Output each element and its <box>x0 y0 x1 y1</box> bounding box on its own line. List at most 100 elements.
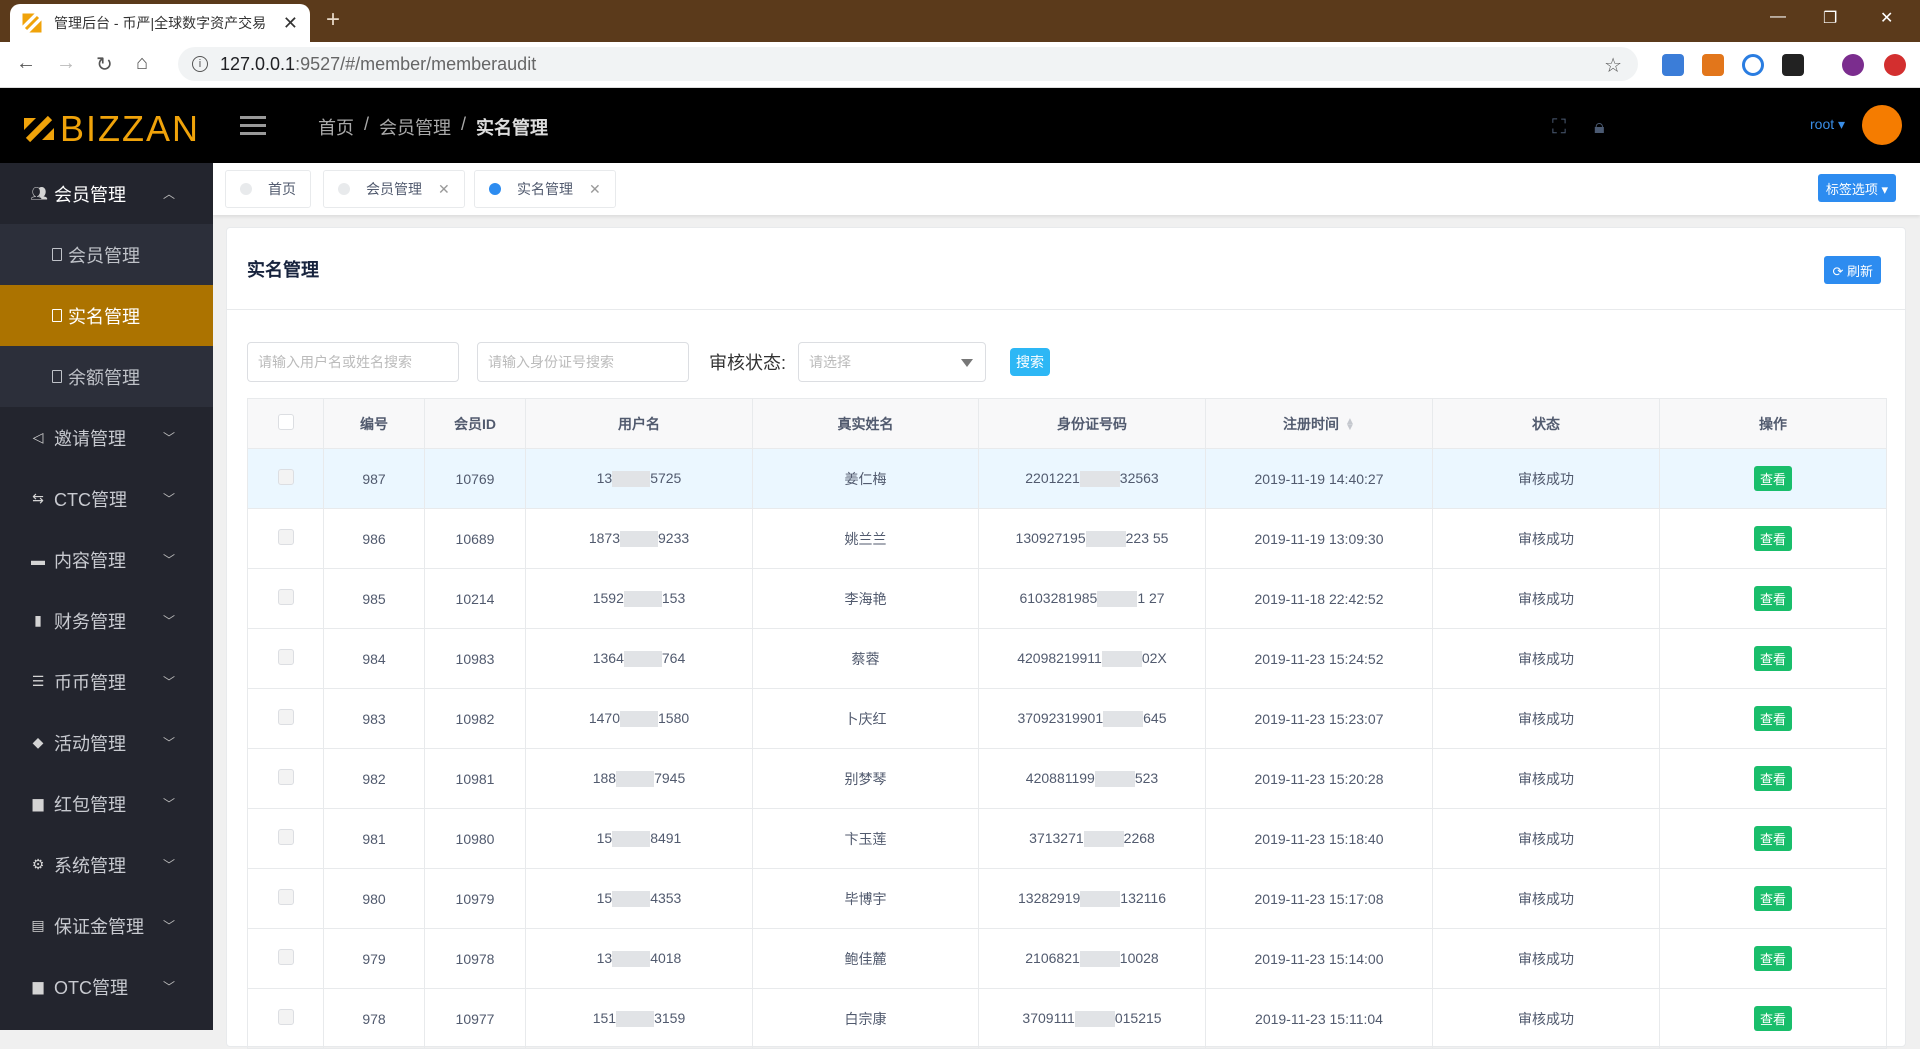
back-icon[interactable]: ← <box>16 52 36 75</box>
sidebar-item-exchange[interactable]: ☰ 币币管理 ﹀ <box>0 651 213 712</box>
avatar[interactable] <box>1862 105 1902 145</box>
row-checkbox[interactable] <box>277 709 294 725</box>
breadcrumb-member[interactable]: 会员管理 <box>379 114 451 140</box>
col-reg-time[interactable]: 注册时间 ▲ ▼ <box>1205 398 1433 449</box>
cell-status: 审核成功 <box>1432 628 1660 689</box>
cell-real-name: 卜庆红 <box>752 688 979 749</box>
window-close-button[interactable]: ✕ <box>1880 8 1893 28</box>
forward-icon[interactable]: → <box>56 52 76 75</box>
row-checkbox[interactable] <box>277 1009 294 1025</box>
view-button[interactable]: 查看 <box>1753 946 1792 971</box>
sidebar-item-label: 邀请管理 <box>54 428 126 449</box>
sidebar-subitem-balance[interactable]: 余额管理 <box>0 346 213 407</box>
view-button[interactable]: 查看 <box>1753 886 1792 911</box>
tag-options-button[interactable]: 标签选项 ▾ <box>1817 174 1896 202</box>
tag-home[interactable]: 首页 <box>225 170 311 208</box>
sidebar-item-ctc[interactable]: ⇆ CTC管理 ﹀ <box>0 468 213 529</box>
cell-reg-time: 2019-11-23 15:14:00 <box>1205 928 1433 989</box>
bookmark-star-icon[interactable]: ☆ <box>1604 53 1622 78</box>
extension-ring-icon[interactable] <box>1742 54 1764 76</box>
id-search-input[interactable]: 请输入身份证号搜索 <box>477 342 689 382</box>
cell-action: 查看 <box>1659 628 1887 689</box>
sidebar-item-deposit[interactable]: ▤ 保证金管理 ﹀ <box>0 895 213 956</box>
row-checkbox[interactable] <box>277 649 294 665</box>
info-icon[interactable]: i <box>192 56 208 72</box>
tag-realname[interactable]: 实名管理 ✕ <box>474 170 616 208</box>
row-checkbox[interactable] <box>277 829 294 845</box>
tag-close-icon[interactable]: ✕ <box>438 181 450 198</box>
logo[interactable]: BIZZAN <box>22 108 200 150</box>
view-button[interactable]: 查看 <box>1753 706 1792 731</box>
profile-icon[interactable] <box>1842 54 1864 76</box>
sidebar-subitem-member-manage[interactable]: 会员管理 <box>0 224 213 285</box>
minimize-button[interactable]: — <box>1770 8 1786 26</box>
row-checkbox[interactable] <box>277 529 294 545</box>
sidebar-item-otc[interactable]: ▆ OTC管理 ﹀ <box>0 956 213 1017</box>
new-tab-button[interactable]: + <box>326 6 340 34</box>
extension-mask-icon[interactable] <box>1782 54 1804 76</box>
user-menu[interactable]: root ▾ <box>1810 116 1845 133</box>
extension-update-icon[interactable] <box>1884 54 1906 76</box>
table-row[interactable]: 979 10978 13 4018 鲍佳麓 2106821 10028 2019-11-23 … <box>247 928 1887 989</box>
extension-new-icon[interactable] <box>1662 54 1684 76</box>
table-row[interactable]: 987 10769 13 5725 姜仁梅 2201221 32563 2019-11-19 … <box>247 448 1887 509</box>
id-suffix: 015215 <box>1114 1009 1162 1026</box>
cell-id-number: 2201221 32563 <box>978 448 1206 509</box>
row-checkbox[interactable] <box>277 889 294 905</box>
row-checkbox[interactable] <box>277 589 294 605</box>
table-row[interactable]: 978 10977 151 3159 白宗康 3709111 015215 2019-11-2… <box>247 988 1887 1049</box>
browser-tab[interactable]: 管理后台 - 币严|全球数字资产交易 ✕ <box>10 4 310 42</box>
status-select[interactable]: 请选择 <box>798 342 987 382</box>
view-button[interactable]: 查看 <box>1753 766 1792 791</box>
table-row[interactable]: 986 10689 1873 9233 姚兰兰 130927195 223 55 2019-1… <box>247 508 1887 569</box>
table-row[interactable]: 984 10983 1364 764 蔡蓉 42098219911 02X 2019-11-2… <box>247 628 1887 689</box>
sidebar-item-member[interactable]: 👥︎ 会员管理 ︿ <box>0 163 213 224</box>
name-search-input[interactable]: 请输入用户名或姓名搜索 <box>247 342 459 382</box>
view-button[interactable]: 查看 <box>1753 586 1792 611</box>
sidebar-item-finance[interactable]: ▮ 财务管理 ﹀ <box>0 590 213 651</box>
url-field[interactable]: i 127.0.0.1:9527/#/member/memberaudit ☆ <box>178 47 1638 81</box>
metamask-fox-icon[interactable] <box>1702 54 1724 76</box>
restore-button[interactable]: ❐ <box>1823 8 1837 28</box>
redaction-blur <box>620 711 658 728</box>
refresh-button[interactable]: ⟳ 刷新 <box>1824 256 1881 284</box>
tab-close-icon[interactable]: ✕ <box>283 13 298 34</box>
view-button[interactable]: 查看 <box>1753 466 1792 491</box>
view-button[interactable]: 查看 <box>1753 646 1792 671</box>
select-all-checkbox[interactable] <box>277 414 294 430</box>
sidebar-item-invite[interactable]: ◁ 邀请管理 ﹀ <box>0 407 213 468</box>
table-row[interactable]: 985 10214 1592 153 李海艳 6103281985 1 27 2019-11-… <box>247 568 1887 629</box>
sidebar-item-system[interactable]: ⚙ 系统管理 ﹀ <box>0 834 213 895</box>
table-row[interactable]: 981 10980 15 8491 卞玉莲 3713271 2268 2019-11-23 1… <box>247 808 1887 869</box>
username-suffix: 4353 <box>650 889 682 906</box>
share-icon: ◁ <box>32 429 44 445</box>
sidebar-item-activity[interactable]: ◆ 活动管理 ﹀ <box>0 712 213 773</box>
reload-icon[interactable]: ↻ <box>96 52 113 77</box>
tag-member[interactable]: 会员管理 ✕ <box>323 170 465 208</box>
view-button[interactable]: 查看 <box>1753 826 1792 851</box>
breadcrumb-home[interactable]: 首页 <box>318 114 354 140</box>
row-checkbox[interactable] <box>277 469 294 485</box>
row-checkbox[interactable] <box>277 769 294 785</box>
table-row[interactable]: 983 10982 1470 1580 卜庆红 37092319901 645 2019-11… <box>247 688 1887 749</box>
fullscreen-icon[interactable]: ⛶ <box>1552 116 1566 139</box>
sidebar-subitem-realname[interactable]: 实名管理 <box>0 285 213 346</box>
view-button[interactable]: 查看 <box>1753 526 1792 551</box>
username-suffix: 153 <box>661 589 686 606</box>
hamburger-menu-icon[interactable] <box>240 116 266 140</box>
table-row[interactable]: 982 10981 188 7945 别梦琴 420881199 523 2019-11-23… <box>247 748 1887 809</box>
search-button[interactable]: 搜索 <box>1010 348 1051 376</box>
sidebar-item-content[interactable]: ▬ 内容管理 ﹀ <box>0 529 213 590</box>
tag-close-icon[interactable]: ✕ <box>589 181 601 198</box>
sidebar-item-redpacket[interactable]: ▆ 红包管理 ﹀ <box>0 773 213 834</box>
table-row[interactable]: 980 10979 15 4353 毕博宇 13282919 132116 2019-11-2… <box>247 868 1887 929</box>
id-prefix: 420881199 <box>1025 769 1095 786</box>
cell-member-id: 10983 <box>424 628 526 689</box>
view-button[interactable]: 查看 <box>1753 1006 1792 1031</box>
row-checkbox[interactable] <box>277 949 294 965</box>
briefcase-icon: ▆ <box>32 795 44 811</box>
home-icon[interactable]: ⌂ <box>136 52 148 75</box>
sort-icon[interactable]: ▲ ▼ <box>1345 416 1355 432</box>
lock-icon[interactable]: 🔒︎ <box>1594 116 1605 139</box>
username-prefix: 188 <box>592 769 617 786</box>
